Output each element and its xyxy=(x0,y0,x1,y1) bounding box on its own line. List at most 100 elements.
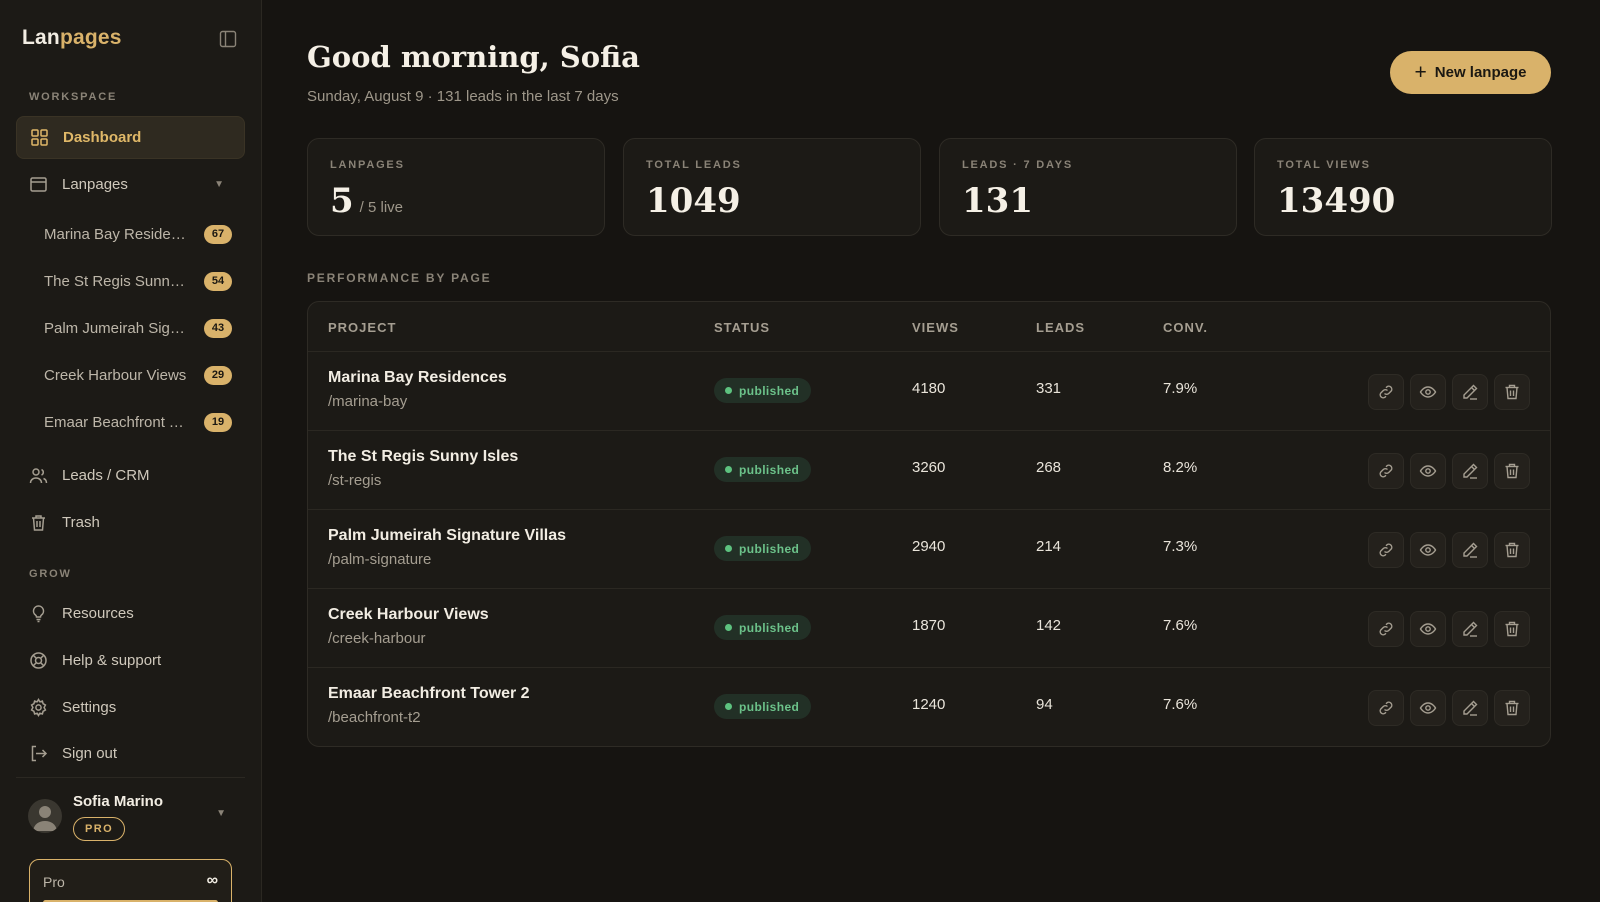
views-value: 1240 xyxy=(912,696,946,713)
stat-suffix: / 5 live xyxy=(359,199,404,216)
plan-card[interactable]: Pro ∞ xyxy=(29,859,232,902)
user-menu[interactable]: Sofia Marino PRO ▼ xyxy=(28,793,238,843)
copy-link-button[interactable] xyxy=(1368,611,1404,647)
stat-value: 5 / 5 live xyxy=(330,181,403,221)
project-name[interactable]: Emaar Beachfront Tower 2 xyxy=(328,685,530,703)
copy-link-button[interactable] xyxy=(1368,532,1404,568)
sidebar-subitem-page[interactable]: Creek Harbour Views 29 xyxy=(44,360,232,390)
subitem-label: Emaar Beachfront Tower 2 xyxy=(44,413,187,431)
sidebar-item-dashboard[interactable]: Dashboard xyxy=(16,116,245,159)
views-value: 2940 xyxy=(912,538,946,555)
delete-button[interactable] xyxy=(1494,453,1530,489)
project-name[interactable]: The St Regis Sunny Isles xyxy=(328,448,518,466)
stat-card-leads-7-days: LEADS · 7 DAYS 131 xyxy=(939,138,1237,236)
preview-button[interactable] xyxy=(1410,532,1446,568)
edit-button[interactable] xyxy=(1452,453,1488,489)
brand-logo[interactable]: Lanpages xyxy=(22,26,122,50)
stat-number: 5 xyxy=(330,181,354,221)
brand-part-1: Lan xyxy=(22,26,60,49)
project-name[interactable]: Marina Bay Residences xyxy=(328,369,507,387)
count-badge: 43 xyxy=(204,318,232,338)
project-name[interactable]: Palm Jumeirah Signature Villas xyxy=(328,527,566,545)
delete-button[interactable] xyxy=(1494,532,1530,568)
views-value: 1870 xyxy=(912,617,946,634)
lightbulb-icon xyxy=(29,604,48,623)
sidebar-item-lanpages[interactable]: Lanpages ▼ xyxy=(16,163,245,206)
delete-button[interactable] xyxy=(1494,690,1530,726)
conv-value: 7.6% xyxy=(1163,696,1198,713)
table-row[interactable]: Palm Jumeirah Signature Villas/palm-sign… xyxy=(308,509,1550,588)
table-row[interactable]: Marina Bay Residences/marina-bay publishe… xyxy=(308,351,1550,430)
edit-button[interactable] xyxy=(1452,611,1488,647)
performance-section-label: PERFORMANCE BY PAGE xyxy=(307,271,492,285)
sidebar-item-help[interactable]: Help & support xyxy=(16,639,245,682)
sidebar-item-trash[interactable]: Trash xyxy=(16,501,245,544)
plan-badge: PRO xyxy=(73,817,126,841)
trash-icon xyxy=(1503,699,1521,717)
status-dot xyxy=(725,466,732,473)
sidebar-subitem-page[interactable]: Emaar Beachfront Tower 2 19 xyxy=(44,407,232,437)
trash-icon xyxy=(29,513,48,532)
table-row[interactable]: Creek Harbour Views/creek-harbour publish… xyxy=(308,588,1550,667)
stat-value: 131 xyxy=(962,181,1033,221)
page-title: Good morning, Sofia xyxy=(307,40,640,74)
trash-icon xyxy=(1503,620,1521,638)
stat-label: LANPAGES xyxy=(330,159,405,171)
table-row[interactable]: The St Regis Sunny Isles/st-regis publish… xyxy=(308,430,1550,509)
count-badge: 29 xyxy=(204,365,232,385)
plan-name: Pro xyxy=(43,874,65,890)
leads-value: 331 xyxy=(1036,380,1062,397)
sidebar-subitem-page[interactable]: Marina Bay Residences 67 xyxy=(44,219,232,249)
stat-card-total-views: TOTAL VIEWS 13490 xyxy=(1254,138,1552,236)
sidebar-item-settings[interactable]: Settings xyxy=(16,686,245,729)
delete-button[interactable] xyxy=(1494,374,1530,410)
copy-link-button[interactable] xyxy=(1368,374,1404,410)
edit-button[interactable] xyxy=(1452,690,1488,726)
sidebar-item-resources[interactable]: Resources xyxy=(16,592,245,635)
column-header-views: VIEWS xyxy=(912,320,959,335)
preview-button[interactable] xyxy=(1410,611,1446,647)
table-row[interactable]: Emaar Beachfront Tower 2/beachfront-t2 pu… xyxy=(308,667,1550,746)
sidebar-item-label: Dashboard xyxy=(63,129,142,146)
gear-icon xyxy=(29,698,48,717)
conv-value: 7.9% xyxy=(1163,380,1198,397)
sidebar-item-leads[interactable]: Leads / CRM xyxy=(16,454,245,497)
copy-link-button[interactable] xyxy=(1368,453,1404,489)
pencil-icon xyxy=(1461,462,1479,480)
link-icon xyxy=(1377,541,1395,559)
project-name[interactable]: Creek Harbour Views xyxy=(328,606,489,624)
preview-button[interactable] xyxy=(1410,690,1446,726)
new-lanpage-button[interactable]: + New lanpage xyxy=(1390,51,1551,94)
sidebar-collapse-icon[interactable] xyxy=(219,30,237,48)
sidebar-item-signout[interactable]: Sign out xyxy=(16,732,245,775)
sidebar-subitem-page[interactable]: Palm Jumeirah Signature Villas 43 xyxy=(44,313,232,343)
project-slug: /beachfront-t2 xyxy=(328,709,421,726)
pencil-icon xyxy=(1461,699,1479,717)
chevron-down-icon: ▼ xyxy=(214,179,224,190)
delete-button[interactable] xyxy=(1494,611,1530,647)
copy-link-button[interactable] xyxy=(1368,690,1404,726)
edit-button[interactable] xyxy=(1452,532,1488,568)
status-badge: published xyxy=(714,615,812,640)
stat-card-lanpages: LANPAGES 5 / 5 live xyxy=(307,138,605,236)
project-slug: /palm-signature xyxy=(328,551,432,568)
stat-value: 13490 xyxy=(1277,181,1396,221)
sidebar-subitem-page[interactable]: The St Regis Sunny Isles 54 xyxy=(44,266,232,296)
preview-button[interactable] xyxy=(1410,374,1446,410)
preview-button[interactable] xyxy=(1410,453,1446,489)
logout-icon xyxy=(29,744,48,763)
grow-section-label: GROW xyxy=(29,568,72,580)
column-header-conv: CONV. xyxy=(1163,320,1208,335)
views-value: 3260 xyxy=(912,459,946,476)
link-icon xyxy=(1377,383,1395,401)
edit-button[interactable] xyxy=(1452,374,1488,410)
sidebar: Lanpages WORKSPACE Dashboard Lanpages ▼ … xyxy=(0,0,262,902)
status-dot xyxy=(725,387,732,394)
sidebar-item-label: Trash xyxy=(62,514,100,531)
conv-value: 8.2% xyxy=(1163,459,1198,476)
subitem-label: Palm Jumeirah Signature Villas xyxy=(44,319,187,337)
pencil-icon xyxy=(1461,541,1479,559)
pencil-icon xyxy=(1461,383,1479,401)
sidebar-divider xyxy=(16,777,245,778)
workspace-section-label: WORKSPACE xyxy=(29,91,118,103)
